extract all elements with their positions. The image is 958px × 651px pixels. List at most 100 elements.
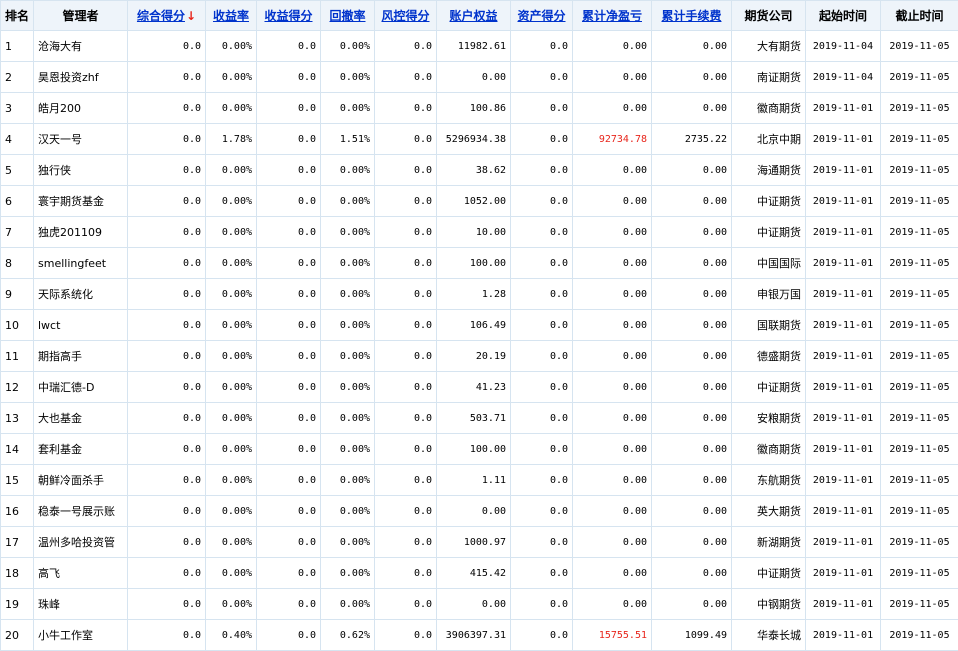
account-equity-cell: 41.23 xyxy=(437,372,511,403)
table-body: 1沧海大有0.00.00%0.00.00%0.011982.610.00.000… xyxy=(1,31,958,651)
return-score-cell: 0.0 xyxy=(257,93,321,124)
header-account-equity[interactable]: 账户权益 xyxy=(437,1,511,31)
composite-score-cell: 0.0 xyxy=(128,279,206,310)
table-row: 7独虎2011090.00.00%0.00.00%0.010.000.00.00… xyxy=(1,217,958,248)
manager-cell: 昊恩投资zhf xyxy=(34,62,128,93)
header-cumulative-net-pnl[interactable]: 累计净盈亏 xyxy=(573,1,652,31)
end-time-cell: 2019-11-05 xyxy=(881,31,958,62)
end-time-cell: 2019-11-05 xyxy=(881,403,958,434)
manager-cell: 独行侠 xyxy=(34,155,128,186)
composite-score-cell: 0.0 xyxy=(128,310,206,341)
composite-score-cell: 0.0 xyxy=(128,620,206,651)
end-time-cell: 2019-11-05 xyxy=(881,310,958,341)
cumulative-net-pnl-cell: 0.00 xyxy=(573,558,652,589)
end-time-cell: 2019-11-05 xyxy=(881,124,958,155)
futures-company-cell: 华泰长城 xyxy=(732,620,806,651)
header-risk-score[interactable]: 风控得分 xyxy=(375,1,437,31)
composite-score-cell: 0.0 xyxy=(128,62,206,93)
manager-cell: 独虎201109 xyxy=(34,217,128,248)
return-rate-cell: 0.00% xyxy=(206,527,257,558)
end-time-cell: 2019-11-05 xyxy=(881,279,958,310)
drawdown-rate-cell: 0.00% xyxy=(321,186,375,217)
risk-score-cell: 0.0 xyxy=(375,589,437,620)
header-composite-score[interactable]: 综合得分↓ xyxy=(128,1,206,31)
asset-score-cell: 0.0 xyxy=(511,31,573,62)
asset-score-cell: 0.0 xyxy=(511,279,573,310)
return-rate-cell: 0.00% xyxy=(206,558,257,589)
return-score-cell: 0.0 xyxy=(257,434,321,465)
manager-cell: 珠峰 xyxy=(34,589,128,620)
asset-score-cell: 0.0 xyxy=(511,217,573,248)
rank-cell: 11 xyxy=(1,341,34,372)
cumulative-fees-cell: 0.00 xyxy=(652,217,732,248)
start-time-cell: 2019-11-01 xyxy=(806,620,881,651)
drawdown-rate-cell: 0.00% xyxy=(321,403,375,434)
drawdown-rate-cell: 0.00% xyxy=(321,310,375,341)
risk-score-cell: 0.0 xyxy=(375,155,437,186)
asset-score-cell: 0.0 xyxy=(511,341,573,372)
rank-cell: 8 xyxy=(1,248,34,279)
end-time-cell: 2019-11-05 xyxy=(881,558,958,589)
composite-score-cell: 0.0 xyxy=(128,558,206,589)
table-row: 18高飞0.00.00%0.00.00%0.0415.420.00.000.00… xyxy=(1,558,958,589)
rank-cell: 9 xyxy=(1,279,34,310)
rank-cell: 12 xyxy=(1,372,34,403)
return-score-cell: 0.0 xyxy=(257,31,321,62)
asset-score-cell: 0.0 xyxy=(511,465,573,496)
drawdown-rate-cell: 0.00% xyxy=(321,372,375,403)
asset-score-cell: 0.0 xyxy=(511,403,573,434)
account-equity-cell: 106.49 xyxy=(437,310,511,341)
table-row: 13大也基金0.00.00%0.00.00%0.0503.710.00.000.… xyxy=(1,403,958,434)
futures-company-cell: 德盛期货 xyxy=(732,341,806,372)
asset-score-cell: 0.0 xyxy=(511,496,573,527)
start-time-cell: 2019-11-01 xyxy=(806,496,881,527)
return-score-cell: 0.0 xyxy=(257,341,321,372)
cumulative-net-pnl-cell: 0.00 xyxy=(573,403,652,434)
drawdown-rate-cell: 0.00% xyxy=(321,155,375,186)
drawdown-rate-cell: 0.00% xyxy=(321,217,375,248)
drawdown-rate-cell: 0.62% xyxy=(321,620,375,651)
cumulative-net-pnl-cell: 0.00 xyxy=(573,62,652,93)
composite-score-cell: 0.0 xyxy=(128,124,206,155)
composite-score-cell: 0.0 xyxy=(128,465,206,496)
composite-score-cell: 0.0 xyxy=(128,248,206,279)
table-row: 17温州多哈投资管0.00.00%0.00.00%0.01000.970.00.… xyxy=(1,527,958,558)
account-equity-cell: 1.11 xyxy=(437,465,511,496)
header-drawdown-rate[interactable]: 回撤率 xyxy=(321,1,375,31)
risk-score-cell: 0.0 xyxy=(375,558,437,589)
risk-score-cell: 0.0 xyxy=(375,279,437,310)
account-equity-cell: 0.00 xyxy=(437,589,511,620)
rank-cell: 5 xyxy=(1,155,34,186)
return-score-cell: 0.0 xyxy=(257,465,321,496)
return-score-cell: 0.0 xyxy=(257,62,321,93)
cumulative-net-pnl-cell: 0.00 xyxy=(573,279,652,310)
futures-company-cell: 英大期货 xyxy=(732,496,806,527)
futures-company-cell: 安粮期货 xyxy=(732,403,806,434)
manager-cell: 中瑞汇德-D xyxy=(34,372,128,403)
drawdown-rate-cell: 0.00% xyxy=(321,465,375,496)
header-return-rate[interactable]: 收益率 xyxy=(206,1,257,31)
manager-cell: smellingfeet xyxy=(34,248,128,279)
manager-cell: 沧海大有 xyxy=(34,31,128,62)
cumulative-fees-cell: 0.00 xyxy=(652,279,732,310)
risk-score-cell: 0.0 xyxy=(375,465,437,496)
drawdown-rate-cell: 0.00% xyxy=(321,527,375,558)
futures-company-cell: 北京中期 xyxy=(732,124,806,155)
composite-score-cell: 0.0 xyxy=(128,372,206,403)
header-return-score[interactable]: 收益得分 xyxy=(257,1,321,31)
risk-score-cell: 0.0 xyxy=(375,217,437,248)
header-cumulative-fees[interactable]: 累计手续费 xyxy=(652,1,732,31)
return-score-cell: 0.0 xyxy=(257,527,321,558)
manager-cell: 稳泰一号展示账 xyxy=(34,496,128,527)
table-row: 19珠峰0.00.00%0.00.00%0.00.000.00.000.00中钢… xyxy=(1,589,958,620)
rank-cell: 10 xyxy=(1,310,34,341)
rank-cell: 13 xyxy=(1,403,34,434)
drawdown-rate-cell: 0.00% xyxy=(321,496,375,527)
header-asset-score[interactable]: 资产得分 xyxy=(511,1,573,31)
cumulative-net-pnl-cell: 0.00 xyxy=(573,310,652,341)
manager-cell: 汉天一号 xyxy=(34,124,128,155)
return-rate-cell: 0.00% xyxy=(206,217,257,248)
cumulative-fees-cell: 0.00 xyxy=(652,93,732,124)
end-time-cell: 2019-11-05 xyxy=(881,186,958,217)
cumulative-net-pnl-cell: 0.00 xyxy=(573,465,652,496)
